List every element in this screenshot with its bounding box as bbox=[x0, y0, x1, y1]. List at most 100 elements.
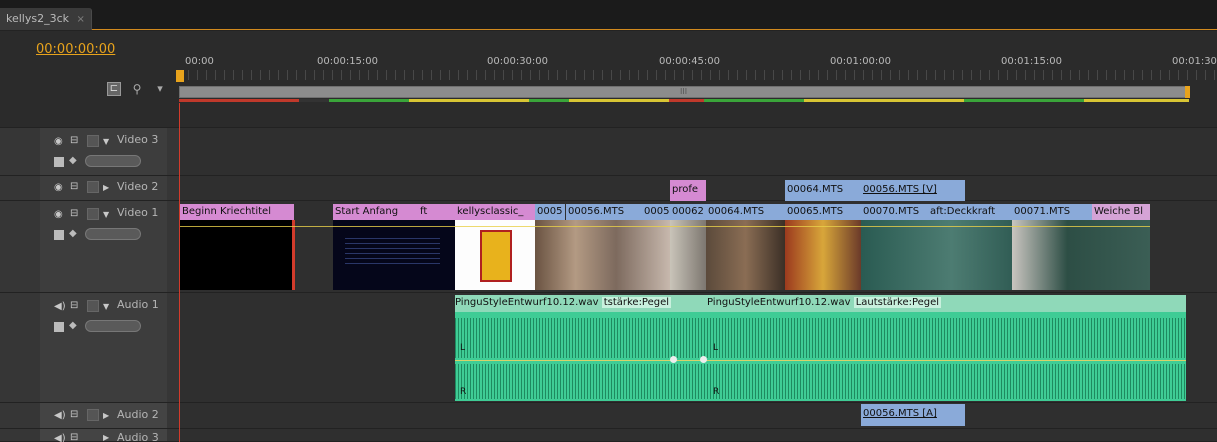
clip-thumbnail bbox=[670, 220, 706, 290]
audio-effect-label[interactable]: Lautstärke:Pegel bbox=[853, 297, 942, 308]
ruler-label: 00:00:45:00 bbox=[659, 56, 721, 67]
clip-thumbnail bbox=[861, 220, 1012, 290]
audio-effect-label[interactable]: tstärke:Pegel bbox=[601, 297, 672, 308]
eye-icon[interactable]: ◉ bbox=[54, 136, 63, 147]
keyframe-point[interactable] bbox=[670, 356, 677, 363]
keyframe-icon[interactable]: ◆ bbox=[69, 320, 77, 331]
clip-title[interactable]: Beginn Kriechtitel bbox=[180, 204, 294, 220]
clip-video2[interactable]: 00056.MTS [V] bbox=[861, 180, 965, 201]
keyframe-icon[interactable]: ◆ bbox=[69, 155, 77, 166]
clip-thumbnail bbox=[180, 220, 294, 290]
keyframe-navigator[interactable] bbox=[85, 228, 141, 240]
tab-bar bbox=[0, 0, 1217, 30]
playhead-timecode[interactable]: 00:00:00:00 bbox=[36, 42, 115, 57]
track-header-video3[interactable]: ◉ ⊟ ▼ Video 3 ◆ bbox=[0, 128, 179, 176]
playhead-line[interactable] bbox=[179, 103, 180, 442]
clip-video2[interactable]: profe bbox=[670, 180, 706, 201]
track-spacer bbox=[179, 103, 1217, 128]
clip-image[interactable]: kellysclassic_ bbox=[455, 204, 535, 220]
channel-label: L bbox=[460, 343, 466, 353]
render-segment-green bbox=[704, 99, 804, 102]
track-audio3[interactable] bbox=[179, 429, 1217, 442]
ruler-label: 00:00 bbox=[185, 56, 214, 67]
sync-lock-icon[interactable]: ⊟ bbox=[70, 409, 78, 420]
keyframe-point[interactable] bbox=[700, 356, 707, 363]
opacity-rubberband[interactable] bbox=[180, 226, 1150, 227]
snap-icon[interactable]: ⊏ bbox=[107, 82, 121, 96]
playhead-handle[interactable] bbox=[176, 70, 184, 82]
expand-triangle-icon[interactable]: ▶ bbox=[103, 183, 109, 192]
clip-effect-label[interactable]: aft:Deckkraft bbox=[928, 204, 1012, 220]
clip-video1[interactable]: 00065.MTS bbox=[785, 204, 861, 220]
collapse-triangle-icon[interactable]: ▼ bbox=[103, 137, 109, 146]
ruler-label: 00:01:30 bbox=[1172, 56, 1217, 67]
track-lock-box[interactable] bbox=[87, 300, 99, 312]
close-icon[interactable]: × bbox=[77, 14, 85, 25]
volume-rubberband[interactable] bbox=[455, 360, 1186, 361]
eye-icon[interactable]: ◉ bbox=[54, 209, 63, 220]
speaker-icon[interactable]: ◀) bbox=[54, 410, 66, 421]
track-lock-box[interactable] bbox=[87, 181, 99, 193]
clip-video1[interactable]: 0005 bbox=[642, 204, 670, 220]
keyframe-navigator[interactable] bbox=[85, 155, 141, 167]
display-style-icon[interactable] bbox=[54, 157, 64, 167]
collapse-triangle-icon[interactable]: ▼ bbox=[103, 302, 109, 311]
track-header-video2[interactable]: ◉ ⊟ ▶ Video 2 bbox=[0, 176, 179, 201]
track-audio2[interactable] bbox=[179, 403, 1217, 429]
expand-triangle-icon[interactable]: ▶ bbox=[103, 411, 109, 420]
marker-icon[interactable]: ⚲ bbox=[130, 82, 144, 96]
render-segment-yellow bbox=[804, 99, 964, 102]
clip-video1[interactable]: 00062 bbox=[670, 204, 706, 220]
render-segment-green bbox=[529, 99, 569, 102]
audio-clip-name: PinguStyleEntwurf10.12.wav bbox=[707, 297, 851, 308]
audio-clip-header[interactable]: PinguStyleEntwurf10.12.wav Lautstärke:Pe… bbox=[707, 295, 1186, 312]
waveform-display-icon[interactable] bbox=[54, 322, 64, 332]
clip-effect-label[interactable]: ft bbox=[418, 204, 448, 220]
track-lock-box[interactable] bbox=[87, 135, 99, 147]
speaker-icon[interactable]: ◀) bbox=[54, 433, 66, 442]
track-header-video1[interactable]: ◉ ⊟ ▼ Video 1 ◆ bbox=[0, 201, 179, 293]
track-spacer bbox=[0, 103, 179, 128]
clip-audio2[interactable]: 00056.MTS [A] bbox=[861, 404, 965, 426]
track-name: Audio 1 bbox=[117, 298, 159, 311]
clip-video1[interactable]: 0005 bbox=[535, 204, 565, 220]
add-marker-icon[interactable]: ▾ bbox=[155, 82, 165, 96]
collapse-triangle-icon[interactable]: ▼ bbox=[103, 210, 109, 219]
track-header-audio2[interactable]: ◀) ⊟ ▶ Audio 2 bbox=[0, 403, 179, 429]
expand-triangle-icon[interactable]: ▶ bbox=[103, 433, 109, 442]
scrollbar-end-handle[interactable] bbox=[1185, 86, 1190, 98]
track-header-audio1[interactable]: ◀) ⊟ ▼ Audio 1 ◆ bbox=[0, 293, 179, 403]
track-header-audio3[interactable]: ◀) ⊟ ▶ Audio 3 bbox=[0, 429, 179, 442]
track-name: Video 3 bbox=[117, 133, 159, 146]
track-lock-box[interactable] bbox=[87, 208, 99, 220]
clip-video2[interactable]: 00064.MTS bbox=[785, 180, 861, 201]
channel-label: R bbox=[713, 387, 720, 397]
audio-clip-header[interactable]: PinguStyleEntwurf10.12.wav tstärke:Pegel bbox=[455, 295, 707, 312]
clip-video1[interactable]: 00064.MTS bbox=[706, 204, 785, 220]
tab-sequence[interactable]: kellys2_3ck × bbox=[0, 8, 92, 30]
clip-transition[interactable]: Weiche Bl bbox=[1092, 204, 1150, 220]
eye-icon[interactable]: ◉ bbox=[54, 182, 63, 193]
sync-lock-icon[interactable]: ⊟ bbox=[70, 181, 78, 192]
speaker-icon[interactable]: ◀) bbox=[54, 301, 66, 312]
ruler-label: 00:01:00:00 bbox=[830, 56, 892, 67]
track-lock-box[interactable] bbox=[87, 409, 99, 421]
track-video3[interactable] bbox=[179, 128, 1217, 176]
ruler-ticks bbox=[179, 70, 1217, 80]
clip-video1[interactable]: 00071.MTS bbox=[1012, 204, 1092, 220]
display-style-icon[interactable] bbox=[54, 230, 64, 240]
ruler-label: 00:01:15:00 bbox=[1001, 56, 1063, 67]
clip-video1[interactable]: 00070.MTS bbox=[861, 204, 929, 220]
clip-thumbnail bbox=[706, 220, 785, 290]
keyframe-icon[interactable]: ◆ bbox=[69, 228, 77, 239]
keyframe-navigator[interactable] bbox=[85, 320, 141, 332]
scroll-text-preview bbox=[345, 238, 440, 268]
sync-lock-icon[interactable]: ⊟ bbox=[70, 300, 78, 311]
render-segment-green bbox=[964, 99, 1084, 102]
sync-lock-icon[interactable]: ⊟ bbox=[70, 208, 78, 219]
sync-lock-icon[interactable]: ⊟ bbox=[70, 432, 78, 442]
scrollbar-grip[interactable]: III bbox=[680, 87, 687, 96]
track-name: Video 2 bbox=[117, 180, 159, 193]
clip-video1[interactable]: 00056.MTS bbox=[566, 204, 642, 220]
sync-lock-icon[interactable]: ⊟ bbox=[70, 135, 78, 146]
